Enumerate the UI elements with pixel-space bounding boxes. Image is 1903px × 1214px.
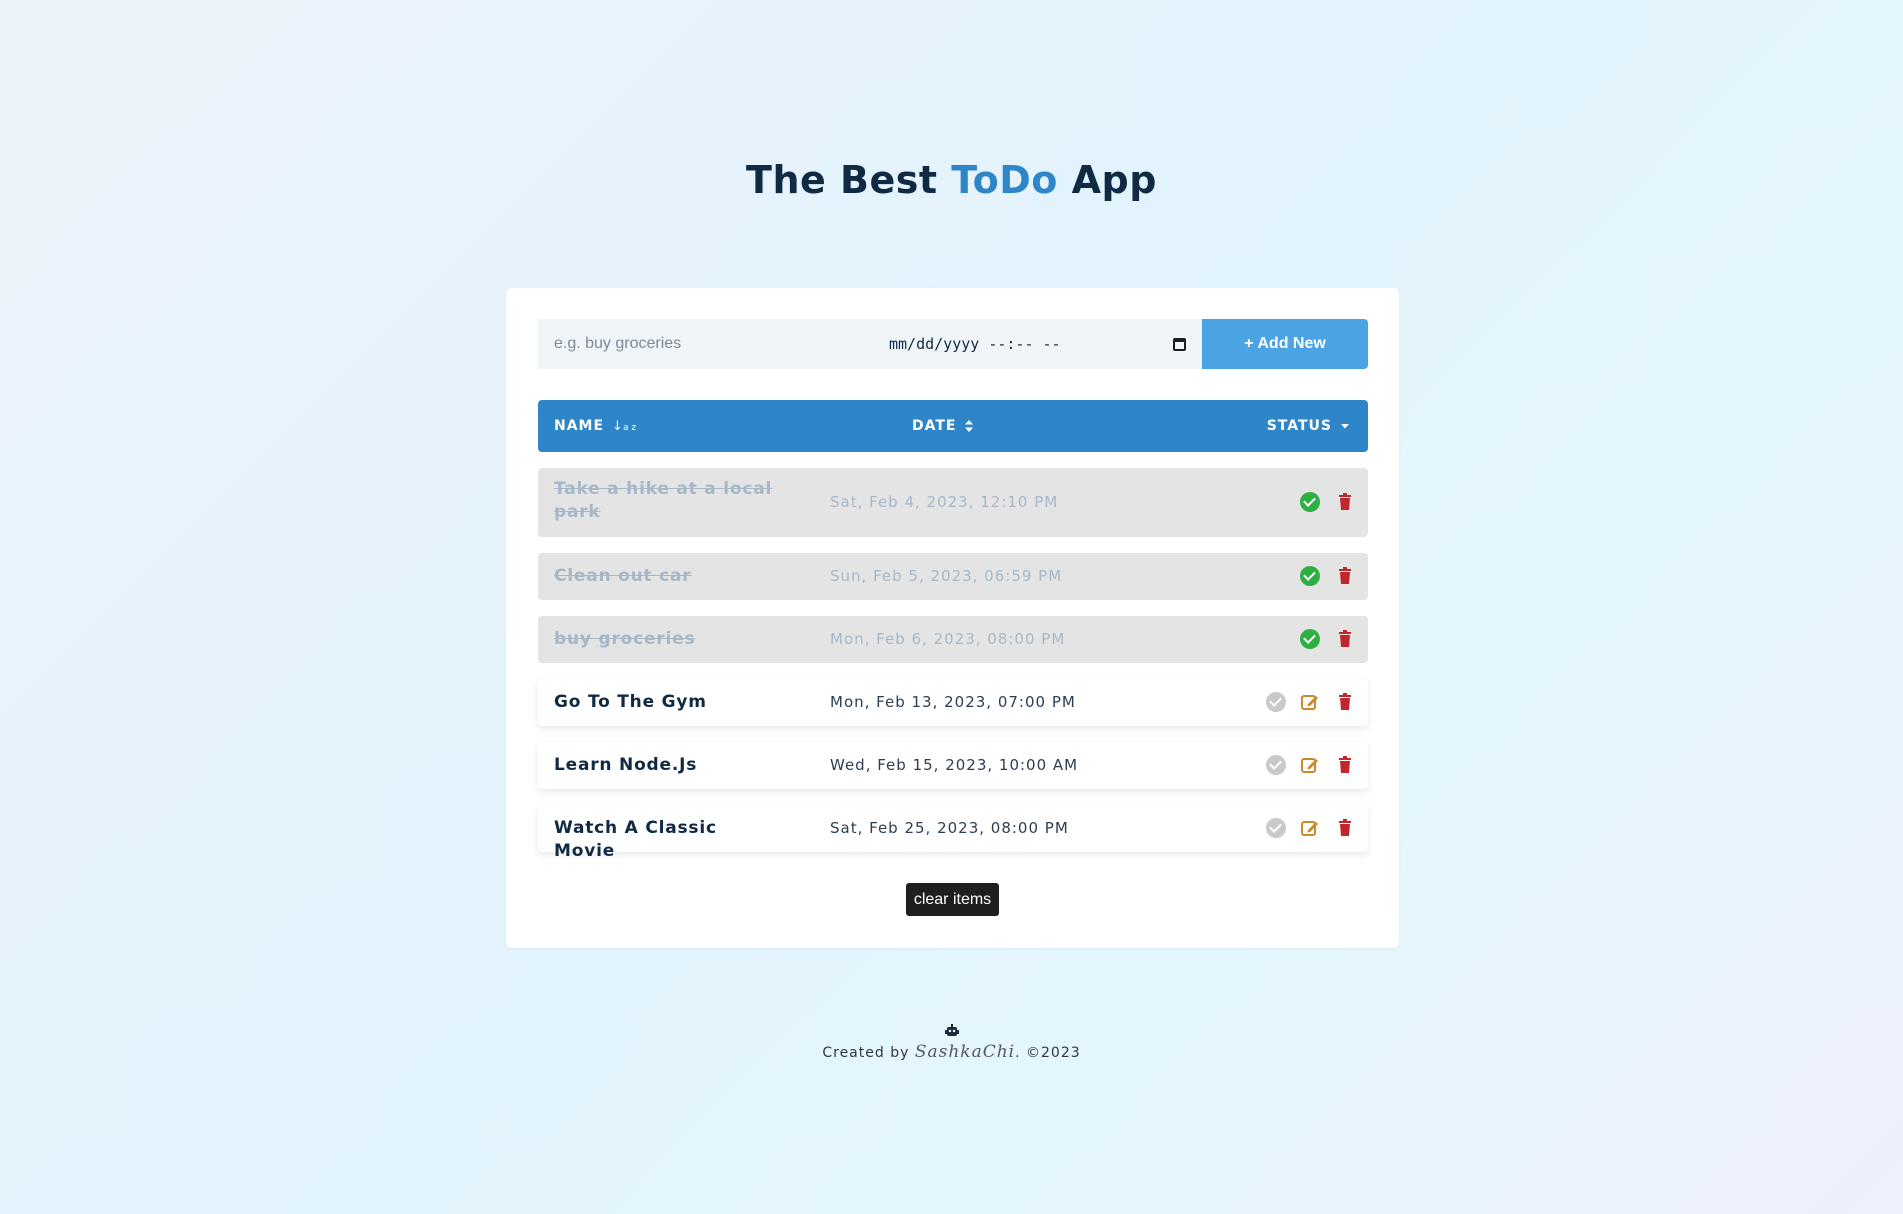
table-row: Go To The Gym Mon, Feb 13, 2023, 07:00 PM bbox=[538, 679, 1368, 726]
table-row: buy groceries Mon, Feb 6, 2023, 08:00 PM bbox=[538, 616, 1368, 663]
edit-icon[interactable] bbox=[1300, 755, 1320, 775]
todo-date: Sat, Feb 4, 2023, 12:10 PM bbox=[830, 493, 1059, 511]
table-row: Take a hike at a local park Sat, Feb 4, 2… bbox=[538, 468, 1368, 537]
clear-items-button[interactable]: clear items bbox=[906, 883, 999, 916]
todo-date: Sat, Feb 25, 2023, 08:00 PM bbox=[830, 819, 1069, 837]
column-header-date[interactable]: DATE bbox=[912, 400, 974, 452]
edit-icon[interactable] bbox=[1300, 818, 1320, 838]
todo-name-placeholder: e.g. buy groceries bbox=[554, 335, 682, 352]
todo-name: Take a hike at a local park bbox=[554, 479, 773, 522]
todo-date: Mon, Feb 13, 2023, 07:00 PM bbox=[830, 693, 1076, 711]
todo-date-input[interactable]: mm/dd/yyyy --:-- -- bbox=[869, 319, 1202, 369]
trash-icon[interactable] bbox=[1335, 755, 1355, 775]
title-accent: ToDo bbox=[951, 158, 1058, 202]
todo-date: Mon, Feb 6, 2023, 08:00 PM bbox=[830, 630, 1066, 648]
trash-icon[interactable] bbox=[1335, 629, 1355, 649]
column-header-status[interactable]: STATUS bbox=[1267, 400, 1350, 452]
title-prefix: The Best bbox=[746, 158, 938, 202]
todo-date-placeholder: mm/dd/yyyy --:-- -- bbox=[889, 335, 1061, 353]
todo-date: Sun, Feb 5, 2023, 06:59 PM bbox=[830, 567, 1063, 585]
trash-icon[interactable] bbox=[1335, 492, 1355, 512]
footer-author: SashkaChi bbox=[914, 1042, 1016, 1062]
sort-alpha-icon: ↓a z bbox=[612, 418, 637, 434]
robot-icon bbox=[944, 1024, 959, 1036]
column-name-label: NAME bbox=[554, 418, 605, 434]
trash-icon[interactable] bbox=[1335, 566, 1355, 586]
footer: Created by SashkaChi. ©2023 bbox=[0, 1024, 1903, 1062]
footer-copyright: . ©2023 bbox=[1015, 1045, 1081, 1061]
todo-date: Wed, Feb 15, 2023, 10:00 AM bbox=[830, 756, 1079, 774]
todo-name: Clean out car bbox=[554, 566, 692, 586]
add-todo-form: e.g. buy groceries mm/dd/yyyy --:-- -- +… bbox=[538, 319, 1368, 369]
check-circle-icon[interactable] bbox=[1300, 492, 1320, 512]
todo-card: e.g. buy groceries mm/dd/yyyy --:-- -- +… bbox=[506, 288, 1399, 948]
todo-name: buy groceries bbox=[554, 629, 696, 649]
todo-name: Go To The Gym bbox=[554, 692, 707, 712]
check-circle-outline-icon[interactable] bbox=[1266, 692, 1286, 712]
table-row: Learn Node.Js Wed, Feb 15, 2023, 10:00 AM bbox=[538, 742, 1368, 789]
check-circle-icon[interactable] bbox=[1300, 629, 1320, 649]
todo-name: Watch A Classic Movie bbox=[554, 818, 717, 861]
column-status-label: STATUS bbox=[1266, 418, 1332, 434]
check-circle-outline-icon[interactable] bbox=[1266, 755, 1286, 775]
check-circle-icon[interactable] bbox=[1300, 566, 1320, 586]
trash-icon[interactable] bbox=[1335, 818, 1355, 838]
todo-name-input[interactable]: e.g. buy groceries bbox=[538, 319, 869, 369]
column-header-name[interactable]: NAME ↓a z bbox=[554, 400, 636, 452]
column-date-label: DATE bbox=[912, 418, 957, 434]
todo-name: Learn Node.Js bbox=[554, 755, 698, 775]
title-suffix: App bbox=[1071, 158, 1157, 202]
calendar-icon[interactable] bbox=[1173, 337, 1186, 351]
edit-icon[interactable] bbox=[1300, 692, 1320, 712]
table-header: NAME ↓a z DATE STATUS bbox=[538, 400, 1368, 452]
table-row: Watch A Classic Movie Sat, Feb 25, 2023, … bbox=[538, 805, 1368, 861]
check-circle-outline-icon[interactable] bbox=[1266, 818, 1286, 838]
caret-down-icon bbox=[1341, 424, 1349, 429]
table-row: Clean out car Sun, Feb 5, 2023, 06:59 PM bbox=[538, 553, 1368, 600]
footer-created-by: Created by bbox=[822, 1045, 910, 1061]
trash-icon[interactable] bbox=[1335, 692, 1355, 712]
add-new-button[interactable]: + Add New bbox=[1202, 319, 1368, 369]
sort-icon bbox=[965, 420, 974, 432]
page-title: The Best ToDo App bbox=[0, 158, 1903, 202]
